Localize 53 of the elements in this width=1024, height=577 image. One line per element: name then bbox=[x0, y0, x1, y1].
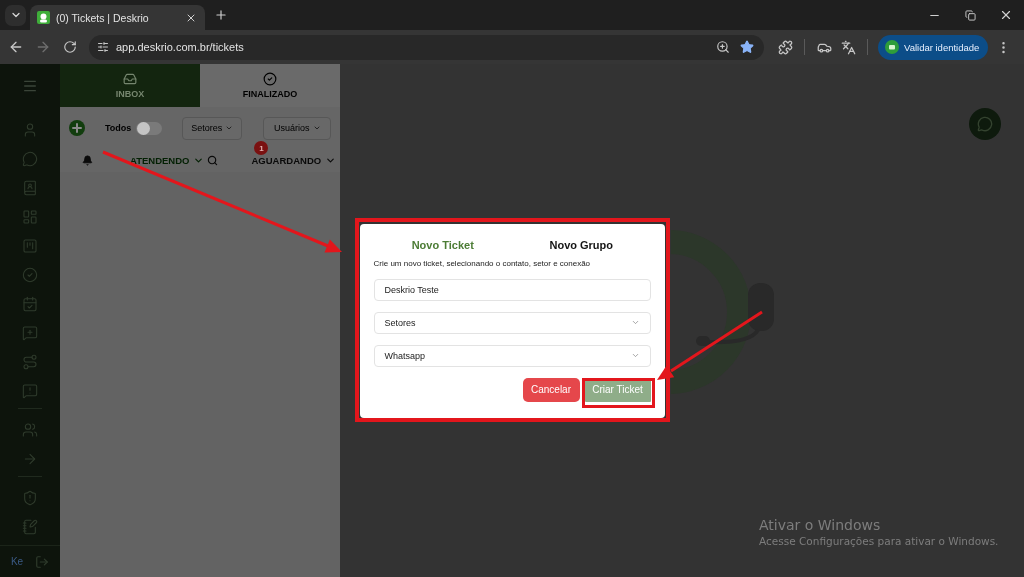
filter-dropdown[interactable]: Setores bbox=[182, 116, 243, 140]
check-circle-icon bbox=[263, 72, 277, 86]
close-icon[interactable] bbox=[999, 8, 1013, 22]
cancel-button[interactable]: Cancelar bbox=[522, 377, 580, 402]
dialog-tab[interactable]: Novo Ticket bbox=[373, 235, 512, 254]
windows-notice-text: Acesse Configurações para ativar o Windows. bbox=[759, 535, 999, 547]
chevron-down-icon bbox=[312, 124, 321, 132]
queue-tab[interactable]: AGUARDANDO bbox=[251, 155, 337, 166]
restore-icon[interactable] bbox=[964, 9, 976, 21]
browser-tab[interactable]: (0) Tickets | Deskrio bbox=[30, 5, 205, 30]
identity-button[interactable]: Validar identidade bbox=[878, 34, 989, 60]
site-info-icon[interactable] bbox=[97, 41, 109, 53]
star-icon[interactable] bbox=[740, 40, 754, 54]
select-field[interactable]: Whatsapp bbox=[373, 344, 651, 367]
check-circle-icon[interactable] bbox=[22, 266, 38, 283]
favicon-icon bbox=[37, 11, 50, 24]
ticket-tab[interactable]: INBOX bbox=[60, 64, 200, 107]
toggle-switch[interactable] bbox=[136, 121, 163, 135]
chat-icon bbox=[977, 116, 993, 132]
forward-icon[interactable] bbox=[35, 39, 51, 55]
profile-icon bbox=[885, 40, 899, 54]
new-tab-icon[interactable] bbox=[214, 8, 228, 22]
ticket-tab[interactable]: FINALIZADO bbox=[200, 64, 340, 107]
puzzle-icon[interactable] bbox=[778, 39, 793, 55]
contact-field[interactable]: Deskrio Teste bbox=[373, 278, 651, 301]
chat-button[interactable] bbox=[969, 108, 1001, 140]
add-icon[interactable] bbox=[69, 120, 85, 136]
dialog-tab[interactable]: Novo Grupo bbox=[512, 235, 651, 254]
reload-icon[interactable] bbox=[63, 40, 77, 54]
url-text: app.deskrio.com.br/tickets bbox=[116, 41, 245, 53]
chevron-down-icon bbox=[630, 318, 640, 327]
tab-list-button[interactable] bbox=[5, 4, 26, 26]
chevron-down-icon bbox=[225, 124, 234, 132]
select-field[interactable]: Setores bbox=[373, 311, 651, 334]
inbox-icon bbox=[123, 72, 137, 86]
queue-tab[interactable]: ATENDENDO bbox=[130, 155, 205, 166]
back-icon[interactable] bbox=[8, 39, 24, 55]
bell-icon[interactable] bbox=[82, 155, 93, 166]
chevron-down-icon bbox=[630, 351, 640, 360]
search-icon[interactable] bbox=[207, 155, 219, 166]
chevron-down-icon bbox=[193, 155, 205, 166]
user-initials: Ke bbox=[10, 556, 24, 567]
windows-notice-title: Ativar o Windows bbox=[759, 517, 882, 533]
count-badge: 1 bbox=[254, 141, 269, 155]
calendar-check-icon[interactable] bbox=[22, 295, 38, 312]
tab-title: (0) Tickets | Deskrio bbox=[56, 11, 150, 24]
dialog-description: Crie um novo ticket, selecionando o contato, setor e conexão bbox=[373, 258, 592, 268]
translate-icon[interactable] bbox=[841, 39, 856, 55]
filter-dropdown[interactable]: Usuários bbox=[263, 116, 332, 140]
chevron-down-icon bbox=[325, 155, 337, 166]
zoom-icon[interactable] bbox=[716, 40, 730, 54]
toggle-label: Todos bbox=[105, 123, 132, 133]
address-bar[interactable]: app.deskrio.com.br/tickets bbox=[89, 34, 764, 60]
